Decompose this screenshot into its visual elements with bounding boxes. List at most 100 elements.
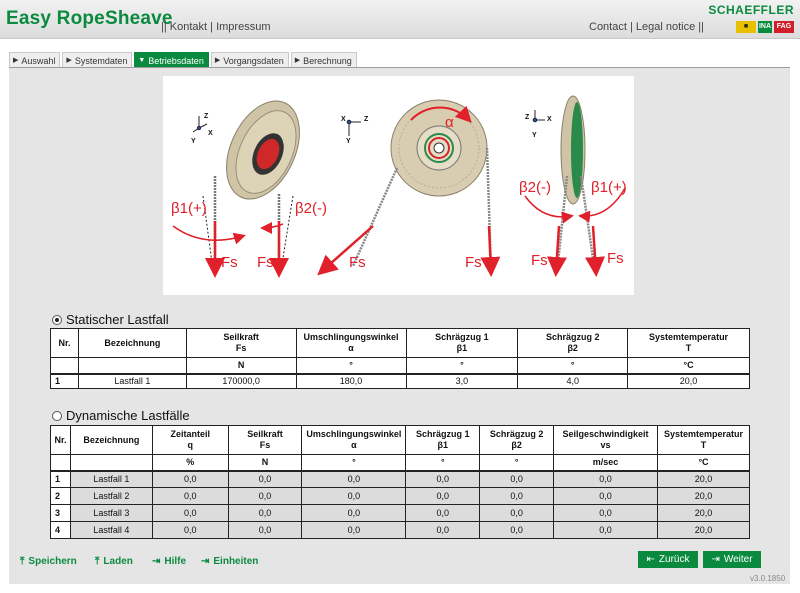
value-cell[interactable]: 0,0 (479, 487, 555, 505)
left-sheave (172, 100, 300, 278)
load-link[interactable]: ⤒ Laden (95, 556, 133, 567)
static-radio[interactable] (52, 314, 62, 325)
axis-y-label-right: Y (532, 132, 537, 139)
kontakt-link[interactable]: Kontakt (170, 21, 207, 33)
value-cell[interactable]: 0,0 (553, 521, 658, 539)
back-button[interactable]: ⇤ Zurück (638, 551, 698, 568)
beta2-minus-label-left: β2(-) (295, 200, 327, 217)
value-cell[interactable]: 0,0 (227, 470, 303, 488)
value-cell[interactable]: 0,0 (151, 487, 229, 505)
static-header-row: Nr. Bezeichnung Seilkraft Fs Umschlingung… (50, 328, 750, 358)
logo-badge: ■ (736, 21, 756, 33)
nav-tabs: ▶ Auswahl ▶ Systemdaten ▼ Betriebsdaten ▶ Vo… (9, 52, 357, 69)
value-cell[interactable]: 0,0 (553, 504, 658, 522)
value-cell[interactable]: 20,0 (657, 487, 750, 505)
save-icon: ⤒ (20, 556, 25, 567)
app-title: Easy RopeSheave (6, 8, 173, 29)
ina-logo: INA (758, 21, 772, 33)
dynamic-loadcase-option[interactable]: Dynamische Lastfälle (52, 408, 190, 423)
dynamic-unit-row: % N ° ° ° m/sec °C (50, 454, 750, 472)
value-cell[interactable]: 0,0 (301, 521, 407, 539)
value-cell[interactable]: 20,0 (627, 373, 750, 389)
value-cell[interactable]: 0,0 (301, 504, 407, 522)
axis-z-label-left: Z (204, 113, 209, 120)
value-cell[interactable]: 0,0 (301, 487, 407, 505)
col-seilkraft: Seilkraft Fs (185, 328, 297, 358)
value-cell[interactable]: 4,0 (517, 373, 629, 389)
next-button[interactable]: ⇥ Weiter (703, 551, 761, 568)
loadcase-name: Lastfall 2 (69, 487, 153, 505)
value-cell[interactable]: 20,0 (657, 521, 750, 539)
help-icon: ⇥ (152, 556, 161, 567)
dynamic-header-row: Nr. Bezeichnung Zeitanteil q Seilkraft Fs … (50, 425, 750, 455)
static-loadcase-option[interactable]: Statischer Lastfall (52, 312, 169, 327)
schaeffler-logo: SCHAEFFLER (708, 3, 794, 17)
axis-triad-right (532, 110, 545, 123)
contact-link[interactable]: Contact (589, 21, 627, 33)
units-link[interactable]: ⇥ Einheiten (201, 556, 258, 567)
table-row: 1 Lastfall 1 170000,0 180,0 3,0 4,0 20,0 (50, 373, 750, 389)
value-cell[interactable]: 0,0 (151, 521, 229, 539)
value-cell[interactable]: 0,0 (405, 521, 481, 539)
value-cell[interactable]: 0,0 (227, 487, 303, 505)
beta1-plus-label-left: β1(+) (171, 200, 207, 217)
value-cell[interactable]: 0,0 (405, 470, 481, 488)
value-cell[interactable]: 3,0 (405, 373, 519, 389)
tab-arrow-icon: ▶ (13, 56, 19, 64)
axis-z-label-middle: Z (364, 116, 369, 123)
impressum-link[interactable]: Impressum (216, 21, 270, 33)
dynamic-radio[interactable] (52, 410, 62, 421)
save-link[interactable]: ⤒ Speichern (20, 556, 77, 567)
table-row: 2 Lastfall 2 0,0 0,0 0,0 0,0 0,0 0,0 20,… (50, 487, 750, 505)
value-cell[interactable]: 20,0 (657, 504, 750, 522)
alpha-label: α (445, 114, 454, 131)
value-cell[interactable]: 180,0 (295, 373, 407, 389)
brand-logos: ■ INA FAG (736, 21, 794, 33)
help-link[interactable]: ⇥ Hilfe (152, 556, 186, 567)
axis-triad-middle (346, 119, 361, 136)
fs-label-4: Fs (465, 254, 482, 271)
axis-x-label-left: X (208, 130, 213, 137)
fs-label-2: Fs (257, 254, 274, 271)
value-cell[interactable]: 0,0 (479, 504, 555, 522)
axis-z-label-right: Z (525, 114, 530, 121)
next-icon: ⇥ (711, 554, 720, 565)
value-cell[interactable]: 0,0 (479, 470, 555, 488)
rope-sheave-figure: Z X Y X Z Y Z X Y β1(+) β2(-) α β2(-) β1… (163, 76, 634, 295)
table-row: 3 Lastfall 3 0,0 0,0 0,0 0,0 0,0 0,0 20,… (50, 504, 750, 522)
table-row: 1 Lastfall 1 0,0 0,0 0,0 0,0 0,0 0,0 20,… (50, 470, 750, 488)
units-icon: ⇥ (201, 556, 210, 567)
loadcase-name: Lastfall 3 (69, 504, 153, 522)
legal-notice-link[interactable]: Legal notice (636, 21, 695, 33)
axis-y-label-middle: Y (346, 138, 351, 145)
table-row: 4 Lastfall 4 0,0 0,0 0,0 0,0 0,0 0,0 20,… (50, 521, 750, 539)
value-cell[interactable]: 0,0 (227, 521, 303, 539)
value-cell[interactable]: 0,0 (479, 521, 555, 539)
tab-arrow-icon: ▶ (66, 56, 72, 64)
value-cell[interactable]: 0,0 (227, 504, 303, 522)
value-cell[interactable]: 0,0 (151, 470, 229, 488)
middle-sheave (317, 99, 501, 277)
value-cell[interactable]: 0,0 (405, 487, 481, 505)
col-bezeichnung: Bezeichnung (77, 328, 187, 358)
value-cell[interactable]: 170000,0 (185, 373, 297, 389)
static-title: Statischer Lastfall (66, 312, 169, 327)
value-cell[interactable]: 0,0 (405, 504, 481, 522)
value-cell[interactable]: 0,0 (301, 470, 407, 488)
value-cell[interactable]: 0,0 (553, 487, 658, 505)
dynamic-table: Nr. Bezeichnung Zeitanteil q Seilkraft Fs … (50, 425, 750, 539)
loadcase-name: Lastfall 4 (69, 521, 153, 539)
col-schraegzug1: Schrägzug 1 β1 (405, 328, 519, 358)
fag-logo: FAG (774, 21, 794, 33)
static-table: Nr. Bezeichnung Seilkraft Fs Umschlingung… (50, 328, 750, 389)
value-cell[interactable]: 0,0 (553, 470, 658, 488)
axis-x-label-middle: X (341, 116, 346, 123)
fs-label-5: Fs (531, 252, 548, 269)
tab-arrow-icon: ▶ (294, 56, 301, 64)
value-cell[interactable]: 20,0 (657, 470, 750, 488)
value-cell[interactable]: 0,0 (151, 504, 229, 522)
version-label: v3.0.1850 (750, 574, 786, 583)
beta2-minus-label-right: β2(-) (519, 179, 551, 196)
col-schraegzug2: Schrägzug 2 β2 (517, 328, 629, 358)
axis-y-label-left: Y (191, 138, 196, 145)
